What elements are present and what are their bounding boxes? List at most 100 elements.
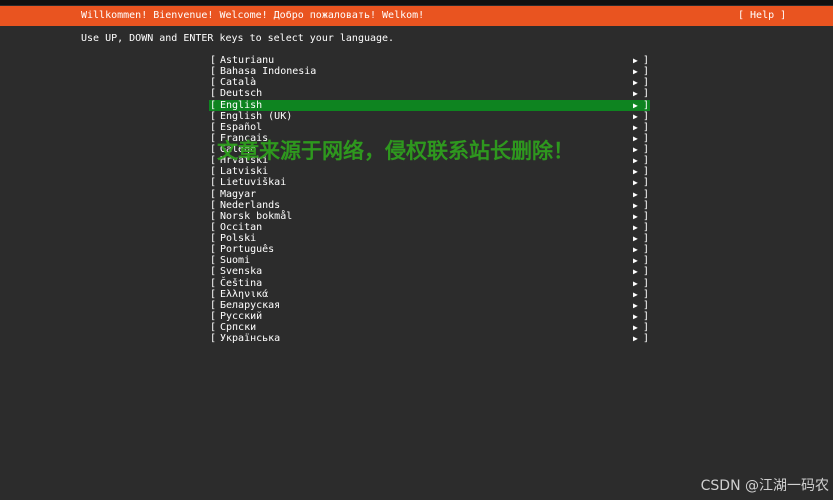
- arrow-right-icon: ▶: [633, 111, 638, 121]
- arrow-right-icon: ▶: [633, 100, 638, 110]
- language-item[interactable]: [Čeština ▶]: [209, 278, 650, 289]
- bracket-left: [: [210, 277, 217, 289]
- language-item[interactable]: [Suomi ▶]: [209, 255, 650, 266]
- language-item[interactable]: [Magyar ▶]: [209, 189, 650, 200]
- language-label: Српски: [220, 322, 257, 333]
- bracket-right: ]: [643, 210, 650, 222]
- arrow-right-icon: ▶: [633, 67, 638, 77]
- language-label: Polski: [220, 233, 257, 244]
- bracket-right: ]: [643, 322, 650, 333]
- language-item[interactable]: [Occitan ▶]: [209, 222, 650, 233]
- bracket-right: ]: [643, 144, 650, 155]
- arrow-right-icon: ▶: [633, 145, 638, 154]
- bracket-left: [: [210, 266, 217, 278]
- language-item[interactable]: [Latviski ▶]: [209, 166, 650, 177]
- bracket-left: [: [210, 255, 217, 267]
- arrow-right-icon: ▶: [633, 89, 638, 99]
- arrow-right-icon: ▶: [633, 178, 638, 188]
- language-item[interactable]: [Deutsch ▶]: [209, 88, 650, 99]
- language-item[interactable]: [Svenska ▶]: [209, 266, 650, 277]
- arrow-right-icon: ▶: [633, 222, 638, 232]
- arrow-right-icon: ▶: [633, 334, 638, 344]
- bracket-right: ]: [643, 77, 650, 89]
- bracket-left: [: [210, 55, 217, 66]
- language-label: Suomi: [220, 255, 251, 267]
- bracket-right: ]: [643, 244, 650, 256]
- bracket-left: [: [210, 188, 217, 200]
- bracket-left: [: [210, 221, 217, 233]
- arrow-right-icon: ▶: [633, 300, 638, 310]
- bracket-left: [: [210, 99, 217, 111]
- language-item[interactable]: [Nederlands ▶]: [209, 200, 650, 211]
- language-label: Asturianu: [220, 55, 275, 66]
- language-item[interactable]: [English ▶]: [209, 99, 650, 111]
- bracket-left: [: [210, 88, 217, 100]
- bracket-right: ]: [643, 266, 650, 278]
- bracket-right: ]: [643, 299, 650, 311]
- language-item[interactable]: [Español ▶]: [209, 122, 650, 133]
- bracket-left: [: [210, 333, 217, 345]
- language-item[interactable]: [Català ▶]: [209, 77, 650, 88]
- bracket-right: ]: [643, 110, 650, 122]
- language-item[interactable]: [Українська ▶]: [209, 333, 650, 344]
- language-label: Latviski: [220, 166, 269, 178]
- language-item[interactable]: [Asturianu ▶]: [209, 55, 650, 66]
- language-label: Deutsch: [220, 88, 263, 100]
- bracket-left: [: [210, 310, 217, 322]
- bracket-right: ]: [643, 66, 650, 78]
- arrow-right-icon: ▶: [633, 211, 638, 221]
- language-item[interactable]: [English (UK) ▶]: [209, 111, 650, 122]
- instruction-text: Use UP, DOWN and ENTER keys to select yo…: [81, 33, 395, 44]
- language-item[interactable]: [Polski ▶]: [209, 233, 650, 244]
- language-label: Català: [220, 77, 257, 89]
- language-item[interactable]: [Српски ▶]: [209, 322, 650, 333]
- bracket-left: [: [210, 132, 217, 144]
- language-item[interactable]: [Русский ▶]: [209, 311, 650, 322]
- language-item[interactable]: [Беларуская ▶]: [209, 300, 650, 311]
- bracket-right: ]: [643, 255, 650, 267]
- arrow-right-icon: ▶: [633, 289, 638, 299]
- bracket-left: [: [210, 210, 217, 222]
- bracket-left: [: [210, 177, 217, 189]
- arrow-right-icon: ▶: [633, 167, 638, 177]
- language-item[interactable]: [Norsk bokmål ▶]: [209, 211, 650, 222]
- language-label: Español: [220, 121, 263, 133]
- language-label: Русский: [220, 310, 263, 322]
- arrow-right-icon: ▶: [633, 156, 638, 166]
- language-label: Беларуская: [220, 299, 281, 311]
- language-item[interactable]: [Português ▶]: [209, 244, 650, 255]
- bracket-left: [: [210, 288, 217, 300]
- language-label: Čeština: [220, 277, 263, 289]
- bracket-right: ]: [643, 121, 650, 133]
- bracket-left: [: [210, 77, 217, 89]
- bracket-left: [: [210, 244, 217, 256]
- bracket-right: ]: [643, 99, 650, 111]
- language-label: Norsk bokmål: [220, 210, 293, 222]
- language-item[interactable]: [Lietuviškai ▶]: [209, 177, 650, 188]
- arrow-right-icon: ▶: [633, 122, 638, 132]
- arrow-right-icon: ▶: [633, 278, 638, 288]
- bracket-right: ]: [643, 188, 650, 200]
- arrow-right-icon: ▶: [633, 323, 638, 332]
- top-strip: [0, 0, 833, 5]
- help-button[interactable]: [ Help ]: [738, 10, 786, 22]
- bracket-left: [: [210, 66, 217, 78]
- language-label: English: [220, 99, 263, 111]
- language-list: [Asturianu ▶][Bahasa Indonesia ▶][Català ▶]…: [209, 55, 650, 344]
- bracket-right: ]: [643, 177, 650, 189]
- bracket-left: [: [210, 155, 217, 167]
- arrow-right-icon: ▶: [633, 311, 638, 321]
- bracket-left: [: [210, 199, 217, 211]
- arrow-right-icon: ▶: [633, 56, 638, 65]
- language-label: Nederlands: [220, 199, 281, 211]
- bracket-right: ]: [643, 199, 650, 211]
- language-label: Magyar: [220, 188, 257, 200]
- arrow-right-icon: ▶: [633, 245, 638, 255]
- arrow-right-icon: ▶: [633, 78, 638, 88]
- language-item[interactable]: [Ελληνικά ▶]: [209, 289, 650, 300]
- bracket-left: [: [210, 299, 217, 311]
- bracket-left: [: [210, 121, 217, 133]
- language-item[interactable]: [Bahasa Indonesia ▶]: [209, 66, 650, 77]
- bracket-left: [: [210, 110, 217, 122]
- arrow-right-icon: ▶: [633, 189, 638, 199]
